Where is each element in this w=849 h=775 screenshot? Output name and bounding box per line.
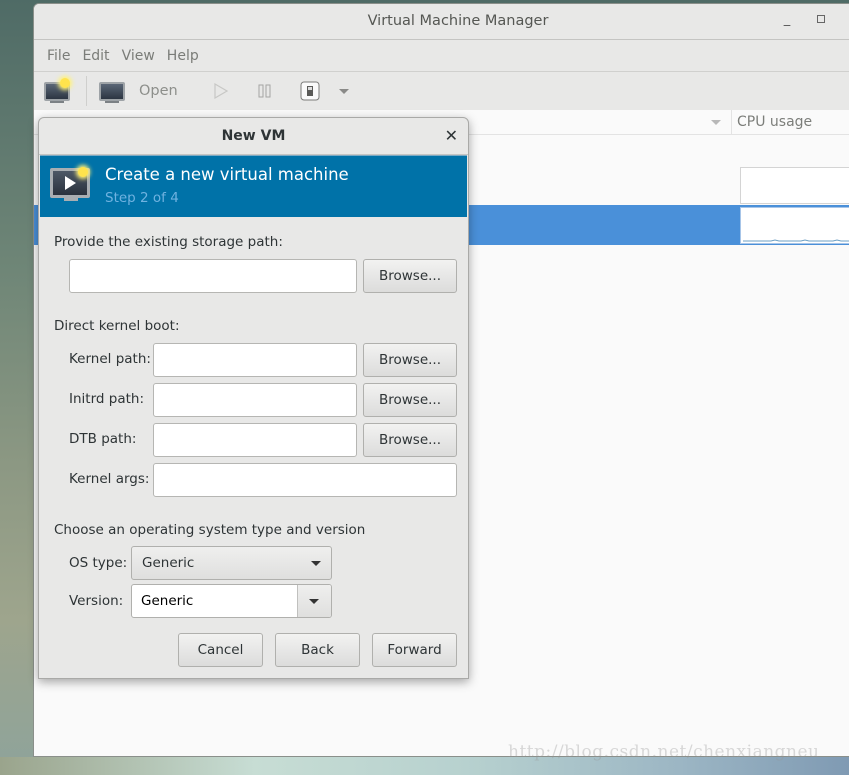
shutdown-button[interactable] (300, 76, 320, 106)
storage-path-input[interactable] (69, 259, 357, 293)
sort-arrow-icon[interactable] (711, 120, 721, 125)
new-vm-dialog: New VM ✕ Create a new virtual machine St… (38, 117, 469, 679)
os-choose-label: Choose an operating system type and vers… (54, 522, 366, 538)
dtb-browse-button[interactable]: Browse... (363, 423, 457, 457)
os-type-label: OS type: (69, 555, 128, 571)
close-icon[interactable]: ✕ (445, 126, 458, 145)
kernel-boot-label: Direct kernel boot: (54, 318, 180, 334)
pause-button[interactable] (258, 76, 272, 106)
version-value[interactable]: Generic (141, 593, 193, 609)
menu-file[interactable]: File (41, 48, 76, 64)
new-vm-button[interactable] (44, 76, 70, 106)
toolbar-separator (86, 76, 87, 106)
wizard-step: Step 2 of 4 (105, 190, 179, 206)
cpu-usage-graph (740, 167, 849, 204)
initrd-browse-button[interactable]: Browse... (363, 383, 457, 417)
kernel-path-input[interactable] (153, 343, 357, 377)
menu-view[interactable]: View (116, 48, 161, 64)
os-type-dropdown[interactable]: Generic (131, 546, 332, 580)
wizard-heading: Create a new virtual machine (105, 165, 349, 184)
version-dropdown-button[interactable] (297, 585, 331, 617)
maximize-icon[interactable] (814, 13, 828, 27)
menu-edit[interactable]: Edit (76, 48, 115, 64)
power-icon (300, 81, 320, 101)
toolbar: Open (34, 72, 849, 111)
cpu-usage-graph (740, 207, 849, 244)
kernel-args-input[interactable] (153, 463, 457, 497)
column-separator (731, 110, 732, 134)
dtb-path-input[interactable] (153, 423, 357, 457)
play-icon (214, 83, 228, 99)
star-icon (60, 78, 70, 88)
version-combo[interactable]: Generic (131, 584, 332, 618)
kernel-args-label: Kernel args: (69, 471, 150, 487)
kernel-browse-button[interactable]: Browse... (363, 343, 457, 377)
open-label: Open (139, 83, 178, 99)
watermark: http://blog.csdn.net/chenxiangneu (508, 742, 820, 762)
star-icon (78, 167, 88, 177)
wizard-banner: Create a new virtual machine Step 2 of 4 (40, 155, 467, 217)
open-button[interactable]: Open (99, 76, 178, 106)
storage-path-label: Provide the existing storage path: (54, 234, 283, 250)
cancel-button[interactable]: Cancel (178, 633, 263, 667)
shutdown-menu-button[interactable] (338, 76, 350, 106)
dtb-path-label: DTB path: (69, 431, 137, 447)
dropdown-arrow-icon (338, 89, 349, 94)
title-bar: Virtual Machine Manager _ (34, 4, 849, 40)
forward-button[interactable]: Forward (372, 633, 457, 667)
window-title: Virtual Machine Manager (367, 13, 549, 29)
storage-browse-button[interactable]: Browse... (363, 259, 457, 293)
version-label: Version: (69, 593, 124, 609)
column-cpu-usage[interactable]: CPU usage (737, 114, 812, 130)
menu-help[interactable]: Help (161, 48, 205, 64)
pause-icon (258, 84, 271, 98)
monitor-icon (99, 81, 125, 103)
chevron-down-icon (311, 561, 321, 566)
initrd-path-input[interactable] (153, 383, 357, 417)
kernel-path-label: Kernel path: (69, 351, 151, 367)
os-type-value: Generic (142, 555, 195, 571)
dialog-title: New VM (221, 128, 286, 144)
back-button[interactable]: Back (275, 633, 360, 667)
chevron-down-icon (309, 599, 319, 604)
run-button[interactable] (214, 76, 228, 106)
initrd-path-label: Initrd path: (69, 391, 144, 407)
menu-bar: File Edit View Help (34, 40, 849, 72)
dialog-title-bar: New VM ✕ (39, 118, 468, 155)
minimize-icon[interactable]: _ (780, 13, 794, 27)
